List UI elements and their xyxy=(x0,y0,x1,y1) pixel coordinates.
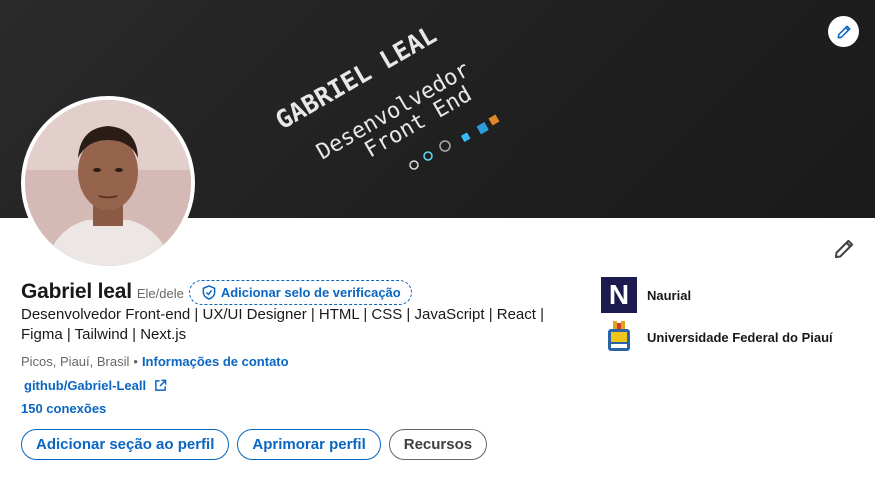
pronouns: Ele/dele xyxy=(136,286,184,301)
external-link-icon xyxy=(155,379,167,391)
shield-check-icon xyxy=(202,284,216,300)
profile-actions: Adicionar seção ao perfil Aprimorar perf… xyxy=(21,429,488,460)
add-verification-label: Adicionar selo de verificação xyxy=(220,284,401,300)
resources-button[interactable]: Recursos xyxy=(388,429,488,460)
separator-dot: • xyxy=(133,353,138,369)
edit-banner-button[interactable] xyxy=(828,16,859,47)
profile-headline: Desenvolvedor Front-end | UX/UI Designer… xyxy=(21,306,545,343)
location: Picos, Piauí, Brasil xyxy=(21,353,130,369)
education-label: Universidade Federal do Piauí xyxy=(647,329,833,345)
avatar[interactable] xyxy=(21,96,195,270)
edit-profile-button[interactable] xyxy=(830,235,858,263)
naurial-logo: N xyxy=(601,277,637,313)
name-row: Gabriel leal Ele/dele Adicionar selo de … xyxy=(21,279,412,305)
add-section-button[interactable]: Adicionar seção ao perfil xyxy=(21,429,230,460)
profile-name: Gabriel leal xyxy=(21,280,132,303)
experience-label: Naurial xyxy=(647,287,692,303)
pencil-icon xyxy=(837,25,850,38)
university-logo xyxy=(601,319,637,355)
pencil-icon xyxy=(834,239,854,259)
experience-item-naurial[interactable]: N Naurial xyxy=(601,277,691,313)
avatar-photo xyxy=(25,100,191,266)
add-verification-button[interactable]: Adicionar selo de verificação xyxy=(188,279,412,305)
enhance-profile-button[interactable]: Aprimorar perfil xyxy=(237,429,381,460)
connections-link[interactable]: 150 conexões xyxy=(21,401,106,419)
education-item-ufpi[interactable]: Universidade Federal do Piauí xyxy=(601,319,833,355)
location-row: Picos, Piauí, Brasil • Informações de co… xyxy=(21,352,289,370)
website-link[interactable]: github/Gabriel-Leall xyxy=(24,376,167,394)
contact-info-link[interactable]: Informações de contato xyxy=(142,354,289,369)
website-label: github/Gabriel-Leall xyxy=(24,377,147,393)
